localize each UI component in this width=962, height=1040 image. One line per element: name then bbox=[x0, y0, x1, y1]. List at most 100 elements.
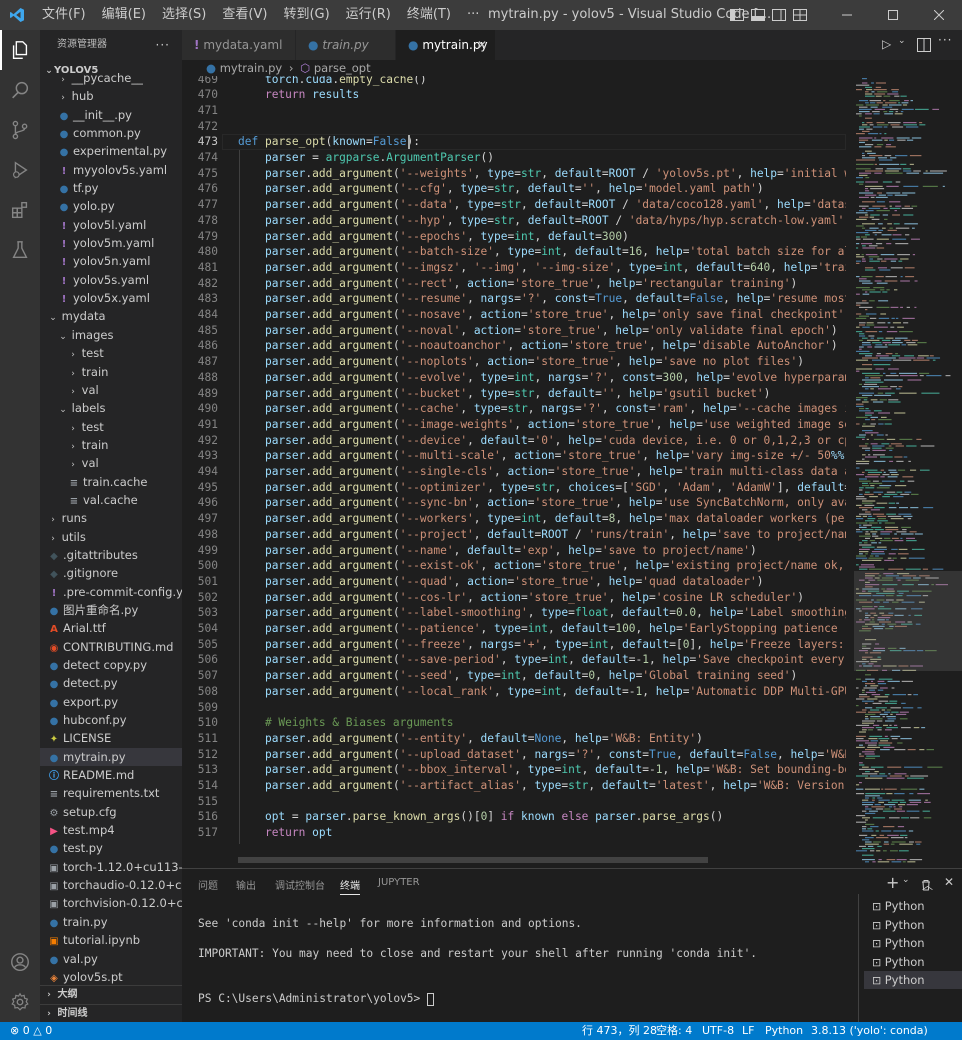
terminal-instance[interactable]: ⊡ Python bbox=[864, 934, 962, 952]
folder-runs[interactable]: › runs bbox=[40, 509, 182, 527]
file-mytrain-py[interactable]: ● mytrain.py bbox=[40, 747, 182, 767]
more-actions-icon[interactable]: ··· bbox=[156, 30, 170, 60]
account-icon[interactable] bbox=[0, 942, 40, 982]
close-panel-icon[interactable]: ✕ bbox=[944, 875, 954, 889]
menu-item[interactable]: 终端(T) bbox=[399, 0, 459, 30]
close-tab-icon[interactable]: ✕ bbox=[477, 30, 487, 60]
file-val-py[interactable]: ● val.py bbox=[40, 950, 182, 968]
file-export-py[interactable]: ● export.py bbox=[40, 693, 182, 711]
cursor-position[interactable]: 行 473，列 28 bbox=[582, 1022, 657, 1040]
terminal-instance[interactable]: ⊡ Python bbox=[864, 897, 962, 915]
file-train-py[interactable]: ● train.py bbox=[40, 913, 182, 931]
tab-mytrain-py[interactable]: ● mytrain.py ✕ bbox=[396, 30, 496, 60]
menu-item[interactable]: 运行(R) bbox=[338, 0, 399, 30]
file-yolov5n-yaml[interactable]: ! yolov5n.yaml bbox=[40, 252, 182, 270]
split-editor-icon[interactable] bbox=[917, 38, 931, 52]
menu-item[interactable]: 选择(S) bbox=[154, 0, 214, 30]
file-init-py[interactable]: ● __init__.py bbox=[40, 106, 182, 124]
testing-flask-icon[interactable] bbox=[0, 230, 40, 270]
file-图片重命名-py[interactable]: ● 图片重命名.py bbox=[40, 601, 182, 619]
minimap-viewport[interactable] bbox=[854, 571, 962, 671]
file-detect-copy-py[interactable]: ● detect copy.py bbox=[40, 656, 182, 674]
maximize-button[interactable] bbox=[870, 0, 916, 30]
file-test-py[interactable]: ● test.py bbox=[40, 839, 182, 857]
language-mode[interactable]: Python bbox=[765, 1022, 803, 1040]
file-test-mp4[interactable]: ▶ test.mp4 bbox=[40, 821, 182, 839]
terminal-instance[interactable]: ⊡ Python bbox=[864, 971, 962, 989]
tab-train-py[interactable]: ● train.py bbox=[296, 30, 396, 60]
run-python-file-icon[interactable]: ▷ bbox=[882, 37, 891, 51]
settings-gear-icon[interactable] bbox=[0, 982, 40, 1022]
menu-item[interactable]: 查看(V) bbox=[214, 0, 275, 30]
file-yolov5s-yaml[interactable]: ! yolov5s.yaml bbox=[40, 271, 182, 289]
folder-test[interactable]: › test bbox=[40, 344, 182, 362]
folder-test[interactable]: › test bbox=[40, 418, 182, 436]
file-readme-md[interactable]: ⓘ README.md bbox=[40, 766, 182, 784]
file-torchvision-0-12-0-cu[interactable]: ▣torchvision-0.12.0+cu... bbox=[40, 894, 182, 912]
breadcrumb-file[interactable]: mytrain.py bbox=[220, 61, 283, 75]
problems-status[interactable]: ⊗ 0 △ 0 bbox=[10, 1022, 52, 1040]
file-contributing-md[interactable]: ◉ CONTRIBUTING.md bbox=[40, 638, 182, 656]
file-myyolov5s-yaml[interactable]: ! myyolov5s.yaml bbox=[40, 161, 182, 179]
explorer-icon[interactable] bbox=[0, 30, 40, 70]
run-debug-icon[interactable] bbox=[0, 150, 40, 190]
file-yolo-py[interactable]: ● yolo.py bbox=[40, 197, 182, 215]
folder-train[interactable]: › train bbox=[40, 436, 182, 454]
file-yolov5s-pt[interactable]: ◈ yolov5s.pt bbox=[40, 968, 182, 986]
file-setup-cfg[interactable]: ⚙ setup.cfg bbox=[40, 803, 182, 821]
folder-images[interactable]: ⌄ images bbox=[40, 326, 182, 344]
chevron-down-icon[interactable]: ⌄ bbox=[902, 875, 910, 885]
file-tf-py[interactable]: ● tf.py bbox=[40, 179, 182, 197]
file-common-py[interactable]: ● common.py bbox=[40, 124, 182, 142]
panel-tab-4[interactable]: JUPYTER bbox=[378, 877, 420, 888]
more-actions-icon[interactable]: ··· bbox=[938, 33, 952, 47]
file-yolov5l-yaml[interactable]: ! yolov5l.yaml bbox=[40, 216, 182, 234]
folder-train[interactable]: › train bbox=[40, 363, 182, 381]
folder-val[interactable]: › val bbox=[40, 454, 182, 472]
file-torchaudio-0-12-0-cu[interactable]: ▣torchaudio-0.12.0+cu... bbox=[40, 876, 182, 894]
file-pre-commit-config-y[interactable]: ! .pre-commit-config.y... bbox=[40, 583, 182, 601]
toggle-sidebar-icon[interactable] bbox=[729, 7, 745, 23]
code-editor[interactable]: 469 torch.cuda.empty_cache() 470 return r… bbox=[182, 76, 846, 863]
timeline-section[interactable]: › 时间线 bbox=[40, 1004, 182, 1022]
customize-layout-icon[interactable] bbox=[792, 7, 808, 23]
file-requirements-txt[interactable]: ≡ requirements.txt bbox=[40, 784, 182, 802]
menu-item[interactable]: 转到(G) bbox=[275, 0, 337, 30]
menu-item[interactable]: ··· bbox=[459, 0, 487, 30]
breadcrumb-symbol[interactable]: parse_opt bbox=[314, 61, 371, 75]
file-experimental-py[interactable]: ● experimental.py bbox=[40, 142, 182, 160]
panel-tab-0[interactable]: 问题 bbox=[198, 877, 218, 892]
search-icon[interactable] bbox=[0, 70, 40, 110]
chevron-down-icon[interactable]: ⌄ bbox=[898, 36, 906, 46]
folder-val[interactable]: › val bbox=[40, 381, 182, 399]
file-train-cache[interactable]: ≡ train.cache bbox=[40, 473, 182, 491]
panel-tab-2[interactable]: 调试控制台 bbox=[275, 877, 325, 892]
folder-hub[interactable]: › hub bbox=[40, 87, 182, 105]
menu-item[interactable]: 编辑(E) bbox=[94, 0, 154, 30]
indentation-status[interactable]: 空格: 4 bbox=[656, 1022, 692, 1040]
extensions-icon[interactable] bbox=[0, 190, 40, 230]
source-control-icon[interactable] bbox=[0, 110, 40, 150]
outline-section[interactable]: › 大纲 bbox=[40, 985, 182, 1003]
minimap[interactable] bbox=[846, 76, 962, 863]
file-hubconf-py[interactable]: ● hubconf.py bbox=[40, 711, 182, 729]
file-tutorial-ipynb[interactable]: ▣ tutorial.ipynb bbox=[40, 931, 182, 949]
folder-utils[interactable]: › utils bbox=[40, 528, 182, 546]
file-detect-py[interactable]: ● detect.py bbox=[40, 674, 182, 692]
new-terminal-icon[interactable]: + bbox=[886, 873, 899, 892]
file-yolov5x-yaml[interactable]: ! yolov5x.yaml bbox=[40, 289, 182, 307]
maximize-panel-chevron-up-icon[interactable]: ︿ bbox=[922, 877, 933, 893]
eol-status[interactable]: LF bbox=[742, 1022, 754, 1040]
terminal-prompt[interactable]: PS C:\Users\Administrator\yolov5> bbox=[198, 992, 435, 1006]
tab-mydata-yaml[interactable]: ! mydata.yaml bbox=[182, 30, 296, 60]
panel-tab-1[interactable]: 输出 bbox=[236, 877, 256, 892]
python-interpreter[interactable]: 3.8.13 ('yolo': conda) bbox=[811, 1022, 928, 1040]
folder-mydata[interactable]: ⌄ mydata bbox=[40, 307, 182, 325]
file-gitattributes[interactable]: ◆ .gitattributes bbox=[40, 546, 182, 564]
terminal-instance[interactable]: ⊡ Python bbox=[864, 916, 962, 934]
close-window-button[interactable] bbox=[916, 0, 962, 30]
menu-item[interactable]: 文件(F) bbox=[34, 0, 94, 30]
file-license[interactable]: ✦ LICENSE bbox=[40, 729, 182, 747]
file-yolov5m-yaml[interactable]: ! yolov5m.yaml bbox=[40, 234, 182, 252]
minimize-button[interactable] bbox=[824, 0, 870, 30]
